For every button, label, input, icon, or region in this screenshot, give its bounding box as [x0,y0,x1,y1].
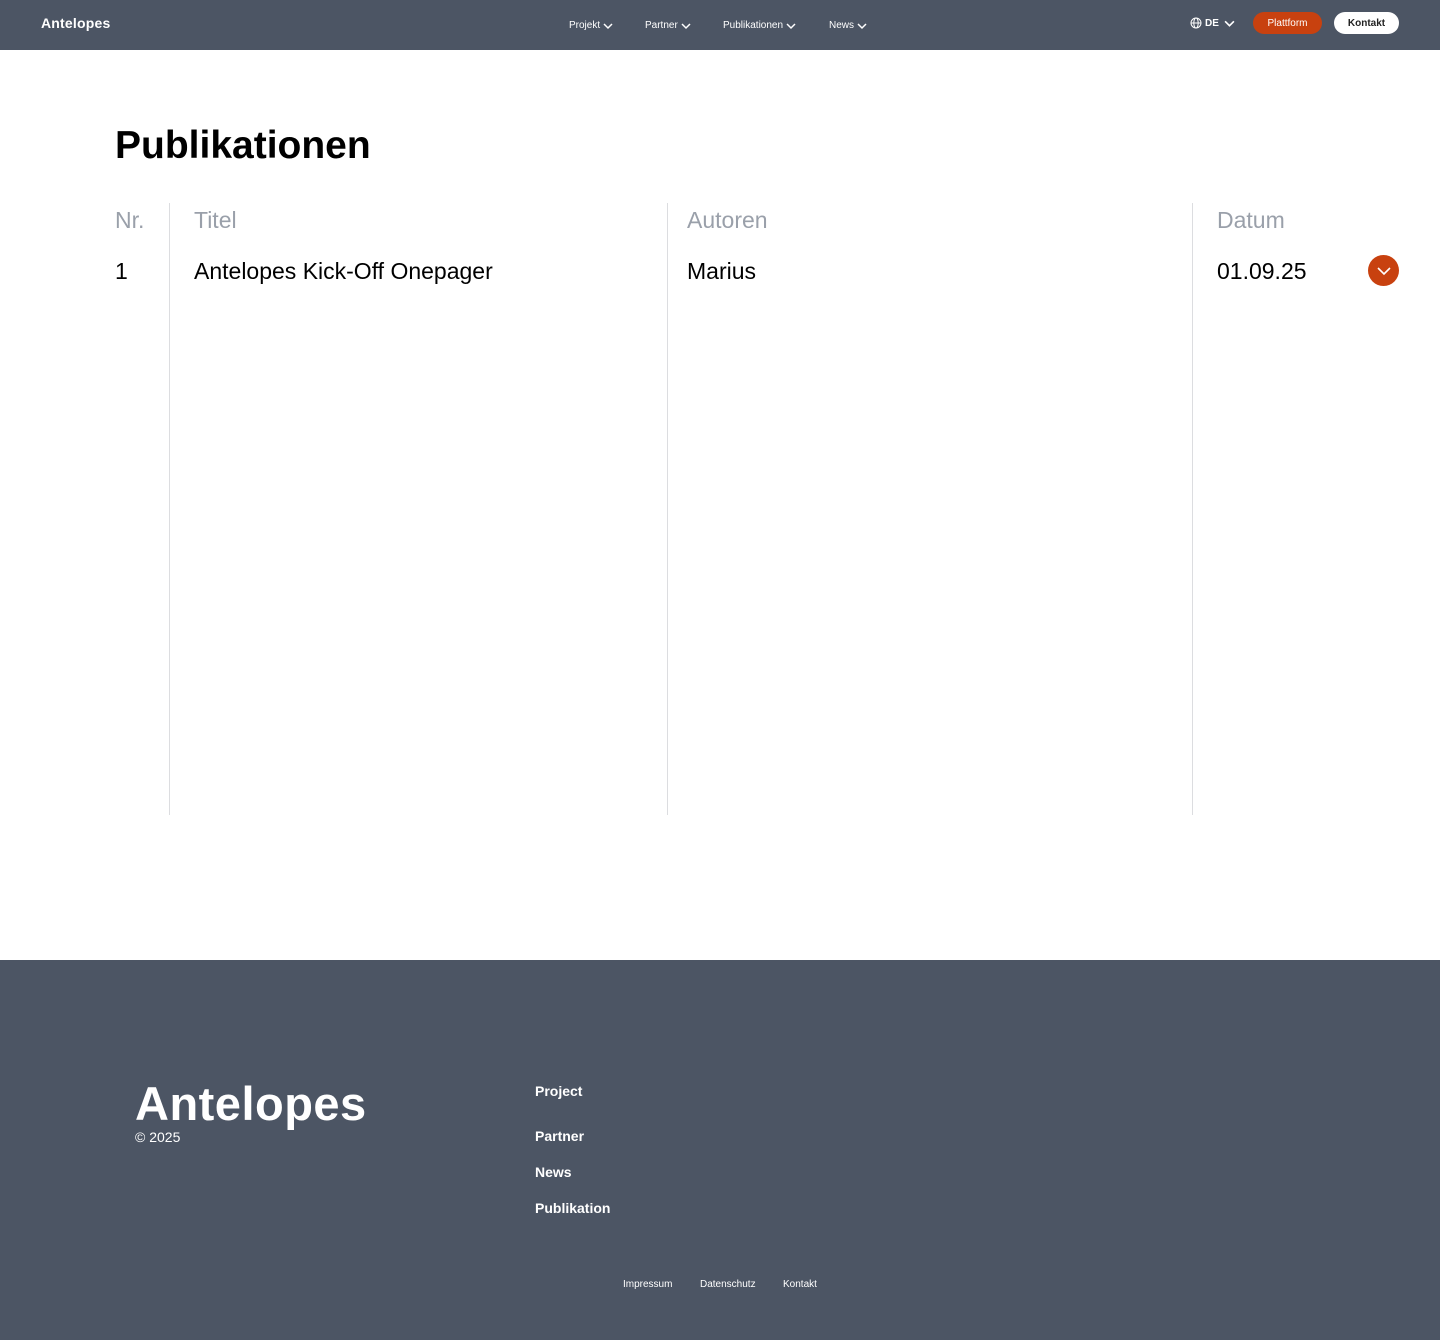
kontakt-button[interactable]: Kontakt [1334,12,1399,34]
column-header-autoren: Autoren [687,207,768,233]
footer-link-news[interactable]: News [535,1164,572,1180]
footer-link-project[interactable]: Project [535,1083,582,1099]
legal-link-impressum[interactable]: Impressum [623,1279,672,1290]
nav-item-label: Projekt [569,20,601,31]
cell-datum: 01.09.25 [1217,258,1307,284]
column-header-datum: Datum [1217,207,1285,233]
column-header-titel: Titel [194,207,237,233]
chevron-down-icon [681,22,691,29]
cell-autoren: Marius [687,258,757,284]
page-title: Publikationen [115,124,371,167]
footer-link-partner[interactable]: Partner [535,1128,584,1144]
column-divider [667,203,668,815]
language-switcher[interactable]: DE [1190,17,1235,29]
nav-item-projekt[interactable]: Projekt [569,20,645,31]
expand-row-button[interactable] [1368,255,1399,286]
cell-titel: Antelopes Kick-Off Onepager [194,258,493,284]
nav-item-news[interactable]: News [829,20,889,31]
nav-item-publikationen[interactable]: Publikationen [723,20,829,31]
legal-link-datenschutz[interactable]: Datenschutz [700,1279,756,1290]
footer: Antelopes © 2025 Project Partner News Pu… [0,960,1440,1340]
chevron-down-icon [1376,266,1391,275]
nav-item-partner[interactable]: Partner [645,20,723,31]
plattform-button[interactable]: Plattform [1253,12,1322,34]
column-divider [169,203,170,815]
language-label: DE [1205,17,1219,29]
main-nav: Projekt Partner Publikationen News [569,20,889,31]
nav-item-label: Partner [645,20,678,31]
chevron-down-icon [603,22,613,29]
column-header-nr: Nr. [115,207,145,233]
chevron-down-icon [857,22,867,29]
column-divider [1192,203,1193,815]
cell-nr: 1 [115,258,128,284]
brand-logo[interactable]: Antelopes [41,15,110,31]
top-navbar: Antelopes Projekt Partner Publikationen … [0,0,1440,50]
chevron-down-icon [786,22,796,29]
legal-link-kontakt[interactable]: Kontakt [783,1279,817,1290]
nav-item-label: Publikationen [723,20,784,31]
chevron-down-icon [1224,20,1235,27]
globe-icon [1190,17,1202,29]
nav-item-label: News [829,20,855,31]
copyright: © 2025 [135,1129,181,1145]
footer-logo: Antelopes [135,1077,367,1130]
footer-link-publikation[interactable]: Publikation [535,1200,610,1216]
